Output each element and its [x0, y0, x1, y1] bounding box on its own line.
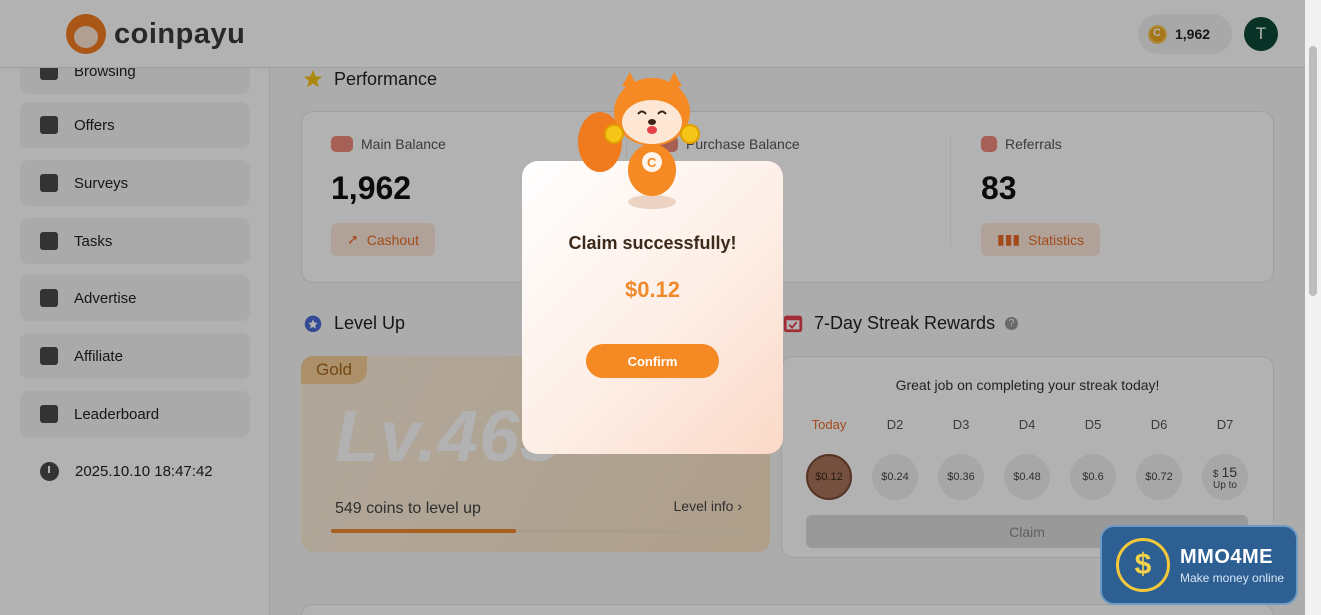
- confirm-button[interactable]: Confirm: [586, 344, 719, 378]
- dollar-logo-icon: $: [1116, 538, 1170, 592]
- watermark-title: MMO4ME: [1180, 545, 1273, 568]
- scrollbar-thumb[interactable]: [1309, 46, 1317, 296]
- modal-title: Claim successfully!: [568, 233, 737, 253]
- modal-amount: $0.12: [624, 277, 681, 302]
- squirrel-mascot-icon: C: [578, 72, 700, 196]
- mmo4me-watermark: $ MMO4ME Make money online: [1100, 525, 1298, 605]
- page-scrollbar[interactable]: [1305, 0, 1321, 615]
- svg-text:C: C: [647, 155, 657, 170]
- watermark-subtitle: Make money online: [1180, 570, 1285, 585]
